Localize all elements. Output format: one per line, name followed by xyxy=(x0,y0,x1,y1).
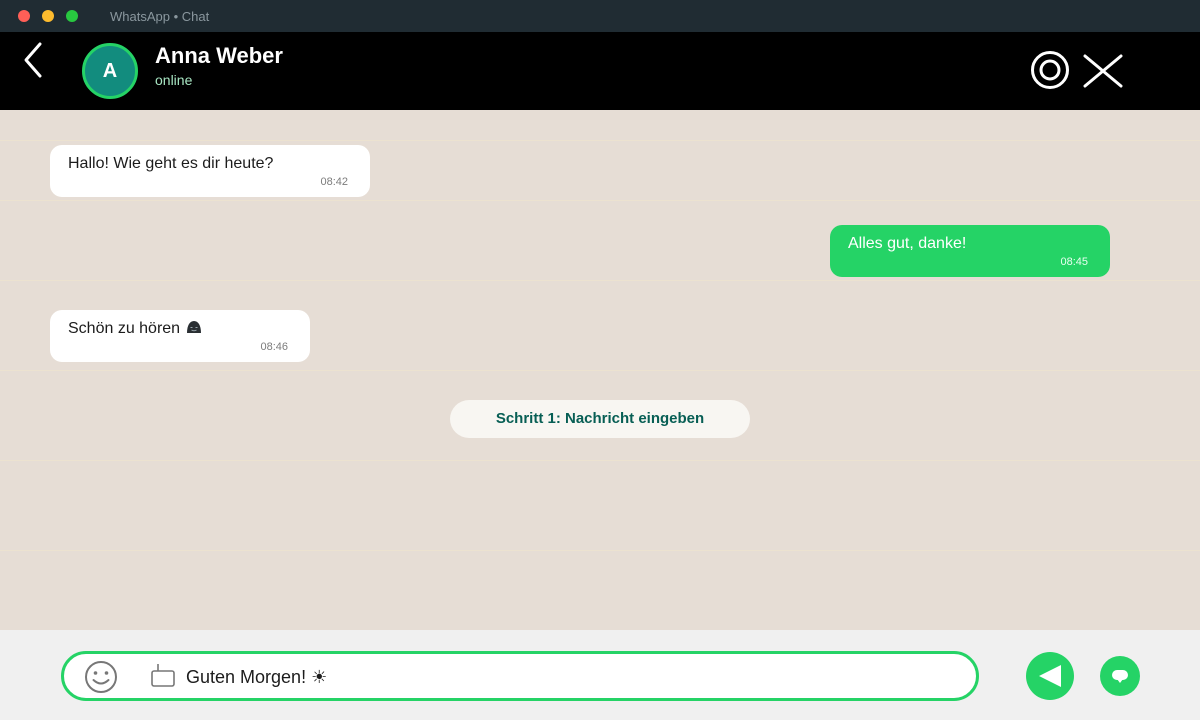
background-pattern-line xyxy=(0,370,1200,371)
minimize-window-button[interactable] xyxy=(42,10,54,22)
contact-name[interactable]: Anna Weber xyxy=(155,43,283,69)
maximize-window-button[interactable] xyxy=(66,10,78,22)
chat-header: A Anna Weber online xyxy=(0,32,1200,110)
message-time: 08:42 xyxy=(320,176,348,188)
message-input[interactable] xyxy=(186,662,946,692)
send-icon xyxy=(1039,665,1061,687)
avatar[interactable]: A xyxy=(82,43,138,99)
voice-icon xyxy=(1112,670,1128,683)
voice-message-button[interactable] xyxy=(1100,656,1140,696)
chat-area[interactable]: Hallo! Wie geht es dir heute? 08:42 Alle… xyxy=(0,110,1200,630)
send-button[interactable] xyxy=(1026,652,1074,700)
attach-icon xyxy=(151,664,175,687)
emoji-button[interactable] xyxy=(84,660,118,694)
message-input-container[interactable] xyxy=(61,651,979,701)
close-icon xyxy=(1083,54,1123,88)
back-arrow-icon xyxy=(24,42,42,78)
close-window-button[interactable] xyxy=(18,10,30,22)
camera-icon xyxy=(1031,51,1069,89)
background-pattern-line xyxy=(0,140,1200,141)
window-title: WhatsApp • Chat xyxy=(110,9,210,24)
close-chat-button[interactable] xyxy=(1082,52,1124,90)
message-text-row: Schön zu hören xyxy=(68,320,292,338)
background-pattern-line xyxy=(0,460,1200,461)
message-text: Schön zu hören xyxy=(68,320,181,337)
message-time: 08:45 xyxy=(1060,256,1088,268)
back-button[interactable] xyxy=(18,40,52,80)
emoji-icon xyxy=(85,661,117,693)
window-titlebar: WhatsApp • Chat xyxy=(0,0,1200,32)
step-hint-pill: Schritt 1: Nachricht eingeben xyxy=(450,400,750,438)
background-pattern-line xyxy=(0,550,1200,551)
message-text: Hallo! Wie geht es dir heute? xyxy=(68,155,274,172)
message-time: 08:46 xyxy=(260,341,288,353)
attach-button[interactable] xyxy=(149,663,177,689)
message-bubble-incoming[interactable]: Hallo! Wie geht es dir heute? 08:42 xyxy=(50,145,370,197)
background-pattern-line xyxy=(0,200,1200,201)
composer-bar xyxy=(0,630,1200,720)
message-text: Alles gut, danke! xyxy=(848,235,967,252)
message-bubble-incoming[interactable]: Schön zu hören 08:46 xyxy=(50,310,310,362)
camera-button[interactable] xyxy=(1030,50,1070,90)
message-bubble-outgoing[interactable]: Alles gut, danke! 08:45 xyxy=(830,225,1110,277)
contact-status: online xyxy=(155,72,193,88)
background-pattern-line xyxy=(0,280,1200,281)
smiling-face-icon xyxy=(187,321,202,333)
